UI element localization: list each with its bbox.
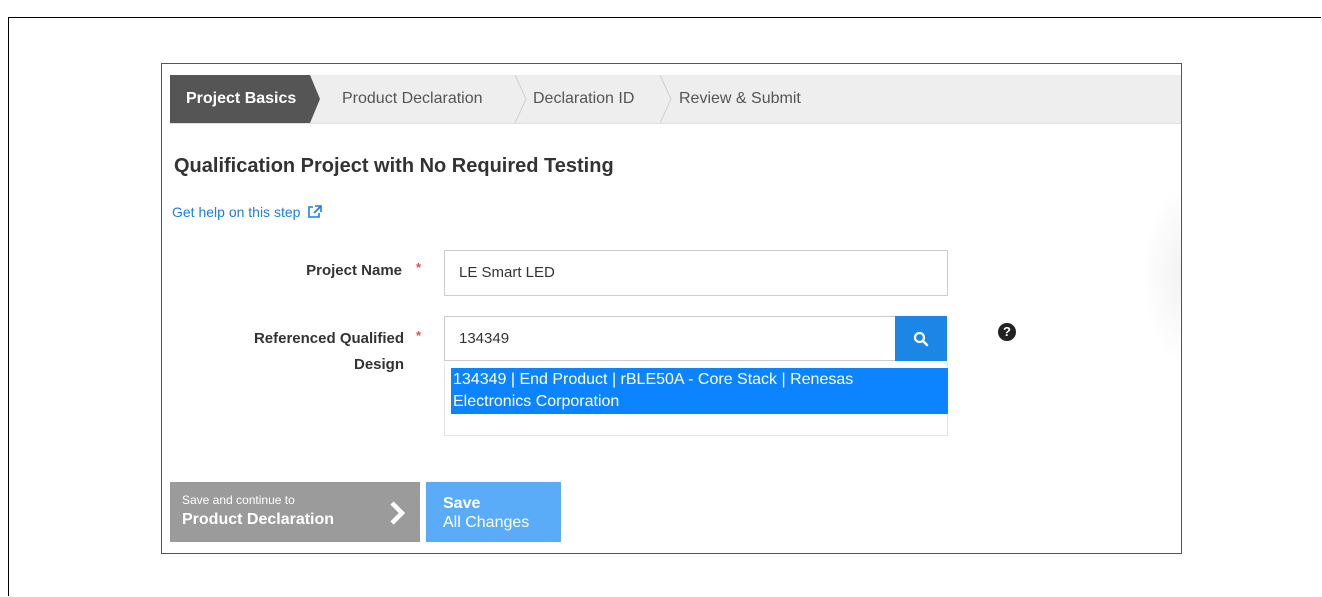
project-name-label: Project Name [306, 262, 402, 279]
step-label: Declaration ID [533, 90, 635, 107]
decorative-shadow [1142, 184, 1182, 364]
continue-big-label: Product Declaration [182, 511, 335, 528]
search-button[interactable] [895, 316, 947, 361]
question-circle-icon[interactable]: ? [998, 323, 1016, 341]
step-review-submit[interactable]: Review & Submit [679, 75, 801, 123]
step-project-basics[interactable]: Project Basics [170, 75, 320, 123]
search-icon [913, 331, 929, 346]
step-label: Review & Submit [679, 90, 801, 107]
continue-small-label: Save and continue to [182, 493, 295, 507]
step-separator [514, 75, 527, 123]
project-name-input[interactable]: LE Smart LED [444, 250, 948, 296]
step-label: Product Declaration [342, 90, 483, 107]
autocomplete-suggestion[interactable]: 134349 | End Product | rBLE50A - Core St… [451, 368, 948, 414]
external-link-icon [308, 205, 323, 218]
wizard-panel: Project Basics Product Declaration Decla… [161, 63, 1182, 554]
step-product-declaration[interactable]: Product Declaration [342, 75, 483, 123]
wizard-steps: Project Basics Product Declaration Decla… [170, 75, 1181, 124]
step-separator [659, 75, 672, 123]
save-and-continue-button[interactable]: Save and continue to Product Declaration [170, 482, 420, 542]
save-all-changes-button[interactable]: Save All Changes [426, 482, 561, 542]
referenced-design-input[interactable]: 134349 [444, 316, 896, 361]
chevron-right-icon [390, 501, 406, 525]
required-mark: * [416, 260, 422, 275]
suggestion-line2: Electronics Corporation [453, 393, 620, 410]
help-link-label: Get help on this step [172, 204, 301, 220]
save-label-line2: All Changes [443, 514, 530, 531]
step-label: Project Basics [186, 90, 297, 107]
help-link[interactable]: Get help on this step [172, 204, 323, 220]
referenced-design-label-line1: Referenced Qualified [253, 330, 404, 347]
referenced-design-label-line2: Design [353, 356, 404, 373]
autocomplete-dropdown: 134349 | End Product | rBLE50A - Core St… [444, 363, 948, 436]
save-label-line1: Save [443, 495, 481, 512]
suggestion-line1: 134349 | End Product | rBLE50A - Core St… [453, 371, 854, 388]
required-mark: * [416, 328, 422, 343]
page-title: Qualification Project with No Required T… [174, 155, 614, 177]
step-declaration-id[interactable]: Declaration ID [533, 75, 634, 123]
